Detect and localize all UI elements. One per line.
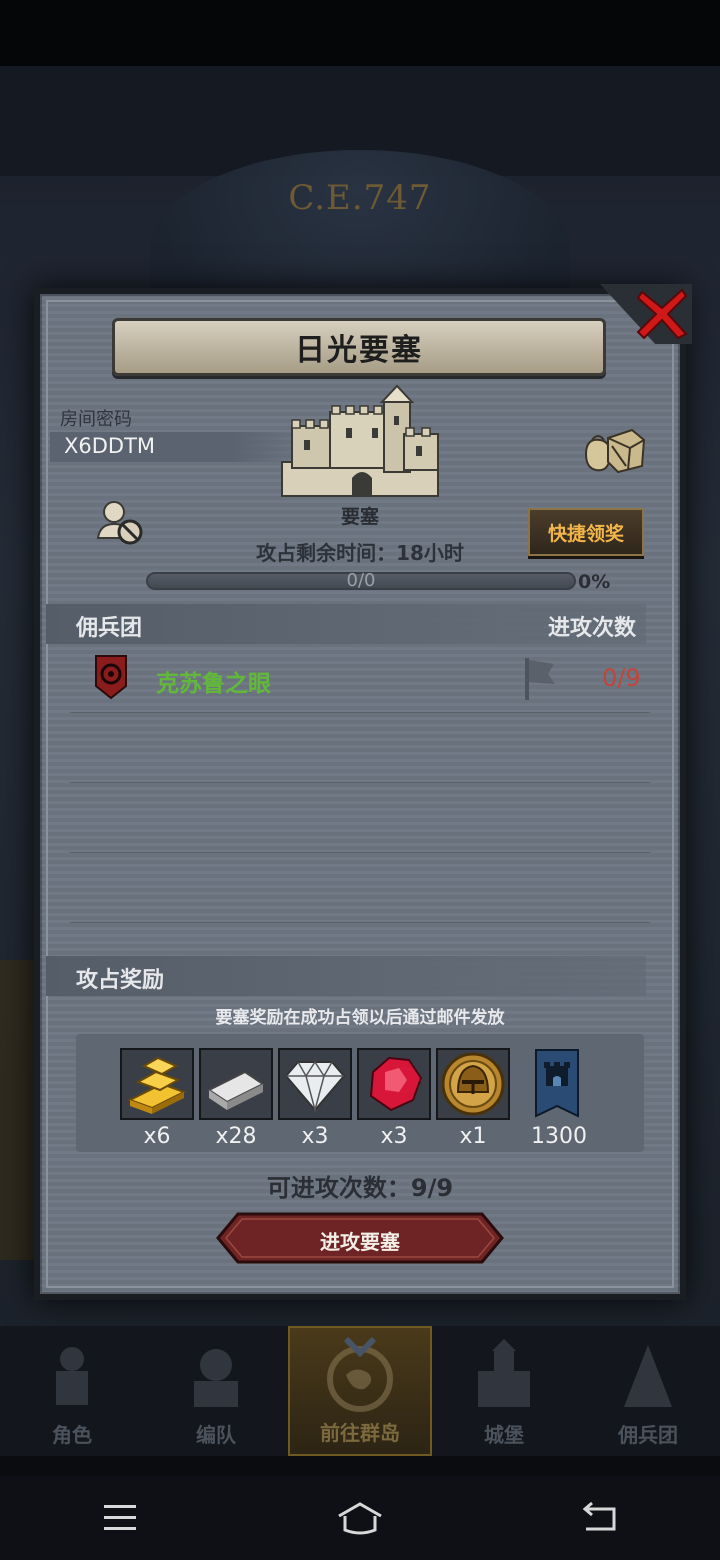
- reward-slot: [278, 1048, 352, 1120]
- fortress-type-label: 要塞: [340, 506, 379, 528]
- nav-item-formation[interactable]: 编队: [144, 1326, 288, 1456]
- row-separator: [70, 782, 650, 783]
- ruby-icon: [369, 1056, 423, 1112]
- close-icon: [636, 288, 688, 340]
- nav-item-character[interactable]: 角色: [0, 1326, 144, 1456]
- capture-progress-text: 0/0: [346, 570, 376, 591]
- title-plate: 日光要塞: [112, 318, 606, 376]
- reward-item[interactable]: x6: [120, 1048, 194, 1149]
- mercenary-attack-count: 0/9: [602, 664, 641, 692]
- reward-quantity: x1: [459, 1124, 487, 1149]
- reward-slot: [357, 1048, 431, 1120]
- nav-item-castle[interactable]: 城堡: [432, 1326, 576, 1456]
- islands-compass-icon: [327, 1336, 393, 1412]
- attack-count-column-header: 进攻次数: [548, 616, 637, 641]
- gold-bars-icon: [127, 1056, 187, 1114]
- home-icon: [338, 1502, 382, 1535]
- knight-icon: [56, 1347, 88, 1405]
- reward-quantity: 1300: [531, 1124, 587, 1149]
- nav-label: 城堡: [484, 1423, 524, 1447]
- dialog-title: 日光要塞: [295, 333, 423, 368]
- capture-time-remaining: 攻占剩余时间：18小时: [256, 541, 464, 565]
- reward-slot: [522, 1048, 596, 1120]
- attacks-available: 可进攻次数：9/9: [266, 1174, 454, 1202]
- bottom-navigation: 角色 编队 前往群岛 城堡 佣兵团: [0, 1326, 720, 1456]
- menu-icon: [104, 1505, 136, 1530]
- mercenary-icon: [624, 1345, 672, 1407]
- mercenary-column-header: 佣兵团: [76, 616, 143, 641]
- diamond-icon: [284, 1060, 346, 1113]
- home-button[interactable]: [330, 1493, 390, 1543]
- background-era-text: C.E.747: [288, 178, 432, 218]
- nav-label: 编队: [196, 1423, 236, 1447]
- helmet-medal-icon: [441, 1052, 505, 1116]
- nav-item-mercenary[interactable]: 佣兵团: [576, 1326, 720, 1456]
- reward-item[interactable]: x28: [199, 1048, 273, 1149]
- mercenary-emblem-icon: [95, 655, 127, 700]
- mercenary-name: 克苏鲁之眼: [156, 671, 271, 697]
- nav-label: 角色: [52, 1423, 92, 1447]
- capture-progress-percent: 0%: [578, 571, 611, 593]
- status-bar: [0, 0, 720, 66]
- reward-slot: [436, 1048, 510, 1120]
- nav-label: 佣兵团: [618, 1423, 678, 1447]
- back-button[interactable]: [570, 1493, 630, 1543]
- flag-icon: [525, 658, 555, 700]
- reward-quantity: x3: [301, 1124, 329, 1149]
- rewards-header: 攻占奖励: [76, 968, 165, 993]
- room-code-value: X6DDTM: [64, 434, 156, 458]
- silver-ingot-icon: [207, 1070, 265, 1110]
- system-navigation-bar: [0, 1476, 720, 1560]
- nav-label: 前往群岛: [320, 1421, 400, 1445]
- attack-fortress-label: 进攻要塞: [320, 1230, 400, 1254]
- nav-item-islands[interactable]: 前往群岛: [288, 1326, 432, 1456]
- castle-icon: [478, 1339, 530, 1407]
- guild-banner-icon: [535, 1049, 579, 1118]
- reward-quantity: x6: [143, 1124, 171, 1149]
- room-code-label: 房间密码: [60, 409, 132, 430]
- fortress-castle-icon: [281, 384, 439, 497]
- row-separator: [70, 922, 650, 923]
- reward-item[interactable]: x3: [278, 1048, 352, 1149]
- reward-item[interactable]: x3: [357, 1048, 431, 1149]
- row-separator: [70, 712, 650, 713]
- formation-icon: [194, 1349, 238, 1407]
- supply-crate-icon[interactable]: [582, 424, 646, 474]
- reward-item[interactable]: 1300: [522, 1048, 596, 1149]
- back-icon: [582, 1501, 616, 1531]
- reward-item[interactable]: x1: [436, 1048, 510, 1149]
- reward-slot: [199, 1048, 273, 1120]
- reward-slot: [120, 1048, 194, 1120]
- close-button[interactable]: [632, 284, 692, 344]
- row-separator: [70, 852, 650, 853]
- recent-apps-button[interactable]: [90, 1493, 150, 1543]
- reward-mail-note: 要塞奖励在成功占领以后通过邮件发放: [215, 1008, 505, 1028]
- reward-quantity: x28: [215, 1124, 257, 1149]
- reward-quantity: x3: [380, 1124, 408, 1149]
